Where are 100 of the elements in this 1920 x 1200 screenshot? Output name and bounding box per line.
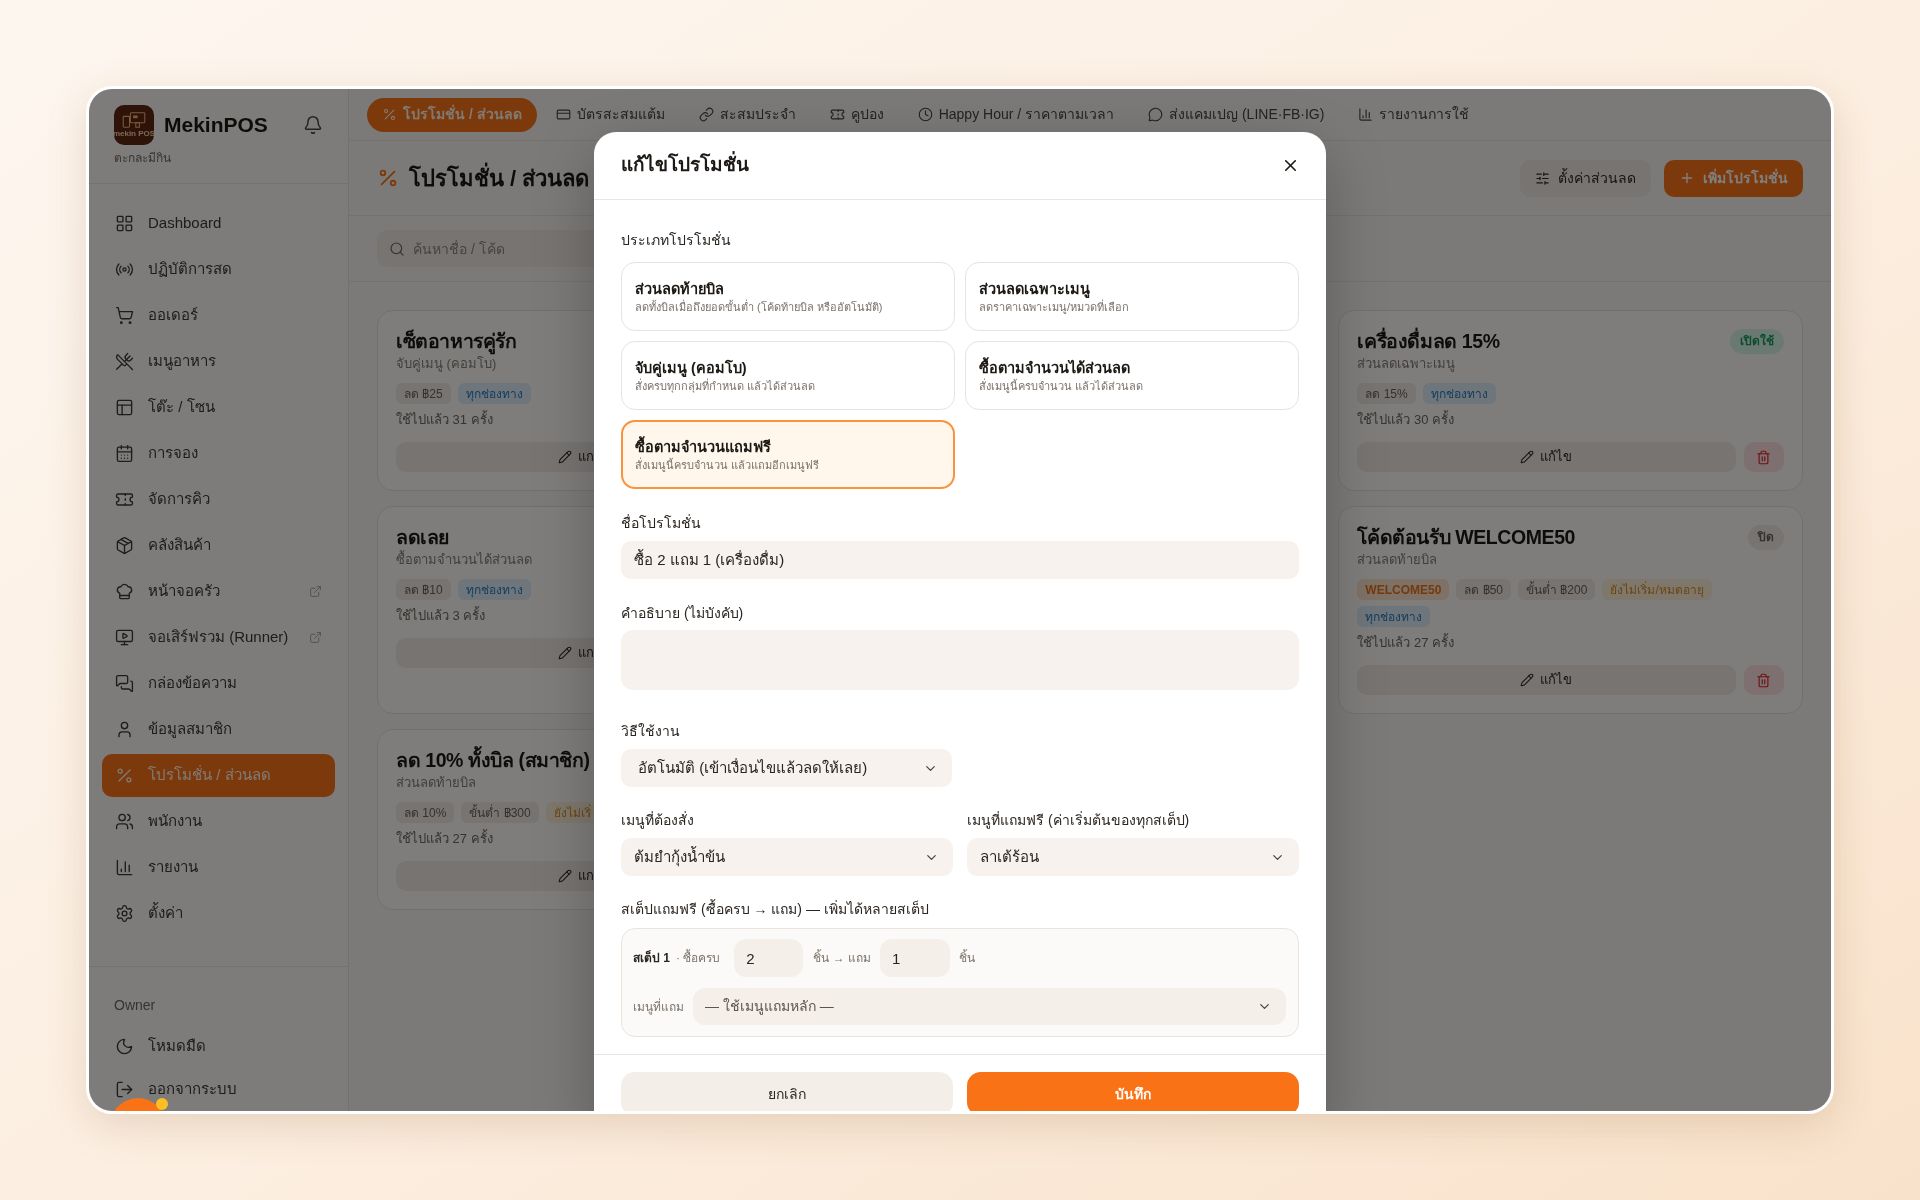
promotion-title: โค้ดต้อนรับ WELCOME50 xyxy=(1357,525,1576,550)
calendar-icon xyxy=(115,444,134,463)
promotion-type-option[interactable]: ซื้อตามจำนวนได้ส่วนลด สั่งเมนูนี้ครบจำนวน แล้วได้ส่วนลด xyxy=(965,341,1299,410)
promotion-tag: ลด 10% xyxy=(396,802,455,823)
promotion-type-option[interactable]: ส่วนลดเฉพาะเมนู ลดราคาเฉพาะเมนู/หมวดที่เลือก xyxy=(965,262,1299,331)
card-icon xyxy=(555,107,571,122)
add-promotion-button[interactable]: เพิ่มโปรโมชั่น xyxy=(1664,159,1803,197)
bar-chart-icon xyxy=(1358,107,1374,122)
promotion-tag: WELCOME50 xyxy=(1357,579,1450,600)
promotion-type-option[interactable]: ซื้อตามจำนวนแถมฟรี สั่งเมนูนี้ครบจำนวน แล้วแถมอีกเมนูฟรี xyxy=(621,420,955,489)
field-label: คำอธิบาย (ไม่บังคับ) xyxy=(621,604,744,623)
sidebar-item[interactable]: จัดการคิว xyxy=(102,478,335,521)
option-title: ส่วนลดท้ายบิล xyxy=(635,279,724,299)
sidebar-item[interactable]: โหมดมืด xyxy=(102,1025,335,1068)
chef-hat-icon xyxy=(115,582,134,601)
discount-settings-button[interactable]: ตั้งค่าส่วนลด xyxy=(1520,159,1651,197)
top-tab[interactable]: ส่งแคมเปญ (LINE·FB·IG) xyxy=(1133,97,1340,132)
sidebar-item[interactable]: Dashboard xyxy=(102,202,335,245)
top-tab[interactable]: Happy Hour / ราคาตามเวลา xyxy=(902,97,1130,132)
pencil-icon xyxy=(558,450,573,464)
chat-bubble-icon xyxy=(1148,107,1164,122)
pos-terminal-drawing xyxy=(122,111,146,129)
select-field[interactable]: ต้มยำกุ้งน้ำข้น xyxy=(621,838,953,876)
page-title: โปรโมชั่น / ส่วนลด xyxy=(409,161,590,195)
sidebar-item[interactable]: จอเสิร์ฟรวม (Runner) xyxy=(102,616,335,659)
step-text: ชิ้น → แถม xyxy=(813,949,872,967)
plus-icon xyxy=(1679,170,1695,186)
sidebar-item[interactable]: เมนูอาหาร xyxy=(102,340,335,383)
promotion-type: ส่วนลดเฉพาะเมนู xyxy=(1357,355,1456,373)
sidebar-item[interactable]: ปฏิบัติการสด xyxy=(102,248,335,291)
sidebar-item[interactable]: รายงาน xyxy=(102,846,335,889)
quantity-field[interactable]: 1 xyxy=(880,939,951,977)
brand-name: MekinPOS xyxy=(164,112,268,139)
field-label: เมนูที่แถมฟรี (ค่าเริ่มต้นของทุกสเต็ป) xyxy=(967,810,1190,830)
percent-icon xyxy=(377,167,399,189)
promotion-tag: ขั้นต่ำ ฿200 xyxy=(1518,579,1596,600)
promotion-tag: ยังไม่เริ่ม/หมดอายุ xyxy=(1602,579,1712,600)
users-icon xyxy=(115,812,134,831)
option-title: ซื้อตามจำนวนได้ส่วนลด xyxy=(979,357,1130,378)
cancel-button[interactable]: ยกเลิก xyxy=(621,1072,953,1111)
table-layout-icon xyxy=(115,398,134,417)
select-field[interactable]: — ใช้เมนูแถมหลัก — xyxy=(693,988,1286,1025)
sidebar-item[interactable]: พนักงาน xyxy=(102,800,335,843)
promotion-type: ซื้อตามจำนวนได้ส่วนลด xyxy=(396,551,532,569)
option-description: สั่งเมนูนี้ครบจำนวน แล้วได้ส่วนลด xyxy=(979,377,1144,394)
sidebar-item[interactable]: โต๊ะ / โซน xyxy=(102,386,335,429)
promotion-tag: ลด ฿10 xyxy=(396,579,451,600)
sidebar-item[interactable]: การจอง xyxy=(102,432,335,475)
select-field[interactable]: ลาเต้ร้อน xyxy=(967,838,1299,876)
step-title: สเต็ป 1 xyxy=(633,949,670,967)
promotion-title: ลด 10% ทั้งบิล (สมาชิก) xyxy=(396,746,590,774)
promotion-type-option[interactable]: จับคู่เมนู (คอมโบ) สั่งครบทุกกลุ่มที่กำหนด แล้วได้ส่วนลด xyxy=(621,341,955,410)
edit-button[interactable]: แก้ไข xyxy=(1357,442,1736,472)
promotion-name-field[interactable]: ซื้อ 2 แถม 1 (เครื่องดื่ม) xyxy=(621,541,1299,579)
step-text: ชิ้น xyxy=(959,949,976,967)
usage-count: ใช้ไปแล้ว 30 ครั้ง xyxy=(1357,411,1454,429)
sidebar-item[interactable]: ข้อมูลสมาชิก xyxy=(102,708,335,751)
sidebar-item[interactable]: หน้าจอครัว xyxy=(102,570,335,613)
select-field[interactable]: อัตโนมัติ (เข้าเงื่อนไขแล้วลดให้เลย) xyxy=(621,749,952,787)
notification-bell-icon[interactable] xyxy=(303,115,323,135)
sidebar-item[interactable]: ตั้งค่า xyxy=(102,892,335,935)
percent-icon xyxy=(115,766,134,785)
promotion-tag: ขั้นต่ำ ฿300 xyxy=(461,802,539,823)
delete-button[interactable] xyxy=(1744,665,1784,695)
top-tab[interactable]: สะสมประจำ xyxy=(683,97,811,132)
top-tab[interactable]: รายงานการใช้ xyxy=(1343,97,1485,132)
promotion-tag: ทุกช่องทาง xyxy=(1422,383,1496,404)
role-label: Owner xyxy=(114,996,156,1015)
top-tab[interactable]: บัตรสะสมแต้ม xyxy=(540,97,680,132)
sliders-icon xyxy=(1535,170,1550,186)
usage-count: ใช้ไปแล้ว 3 ครั้ง xyxy=(396,607,486,625)
sidebar-item[interactable]: กล่องข้อความ xyxy=(102,662,335,705)
option-description: สั่งครบทุกกลุ่มที่กำหนด แล้วได้ส่วนลด xyxy=(635,377,816,394)
cart-icon xyxy=(115,306,134,325)
pencil-icon xyxy=(558,646,573,660)
delete-button[interactable] xyxy=(1744,442,1784,472)
usage-count: ใช้ไปแล้ว 31 ครั้ง xyxy=(396,411,493,429)
promotion-type-option[interactable]: ส่วนลดท้ายบิล ลดทั้งบิลเมื่อถึงยอดขั้นต่ำ (โค้ดท้ายบิล หรืออัตโนมัติ) xyxy=(621,262,955,331)
utensils-icon xyxy=(115,352,134,371)
option-description: ลดราคาเฉพาะเมนู/หมวดที่เลือก xyxy=(979,298,1130,315)
edit-button[interactable]: แก้ไข xyxy=(1357,665,1736,695)
promotion-type: ส่วนลดท้ายบิล xyxy=(396,774,476,792)
settings-icon xyxy=(115,904,134,923)
clock-icon xyxy=(917,107,933,122)
top-tab[interactable]: คูปอง xyxy=(814,97,899,132)
broadcast-icon xyxy=(115,260,134,279)
promotion-type: ส่วนลดท้ายบิล xyxy=(1357,551,1438,569)
step-text: · ซื้อครบ xyxy=(676,949,721,967)
pencil-icon xyxy=(1519,450,1534,464)
save-button[interactable]: บันทึก xyxy=(967,1072,1299,1111)
field-label: สเต็ปแถมฟรี (ซื้อครบ → แถม) — เพิ่มได้หลายสเต็ป xyxy=(621,899,929,919)
floating-action-button[interactable] xyxy=(113,1097,170,1111)
sidebar-item[interactable]: คลังสินค้า xyxy=(102,524,335,567)
promotion-tag: ลด ฿25 xyxy=(396,383,451,404)
quantity-field[interactable]: 2 xyxy=(734,939,804,977)
promotion-title: เครื่องดื่มลด 15% xyxy=(1357,327,1500,355)
option-title: ส่วนลดเฉพาะเมนู xyxy=(979,279,1090,299)
promotion-title: ลดเลย xyxy=(396,525,449,550)
promotion-type: จับคู่เมนู (คอมโบ) xyxy=(396,355,497,373)
sidebar-item[interactable]: ออเดอร์ xyxy=(102,294,335,337)
